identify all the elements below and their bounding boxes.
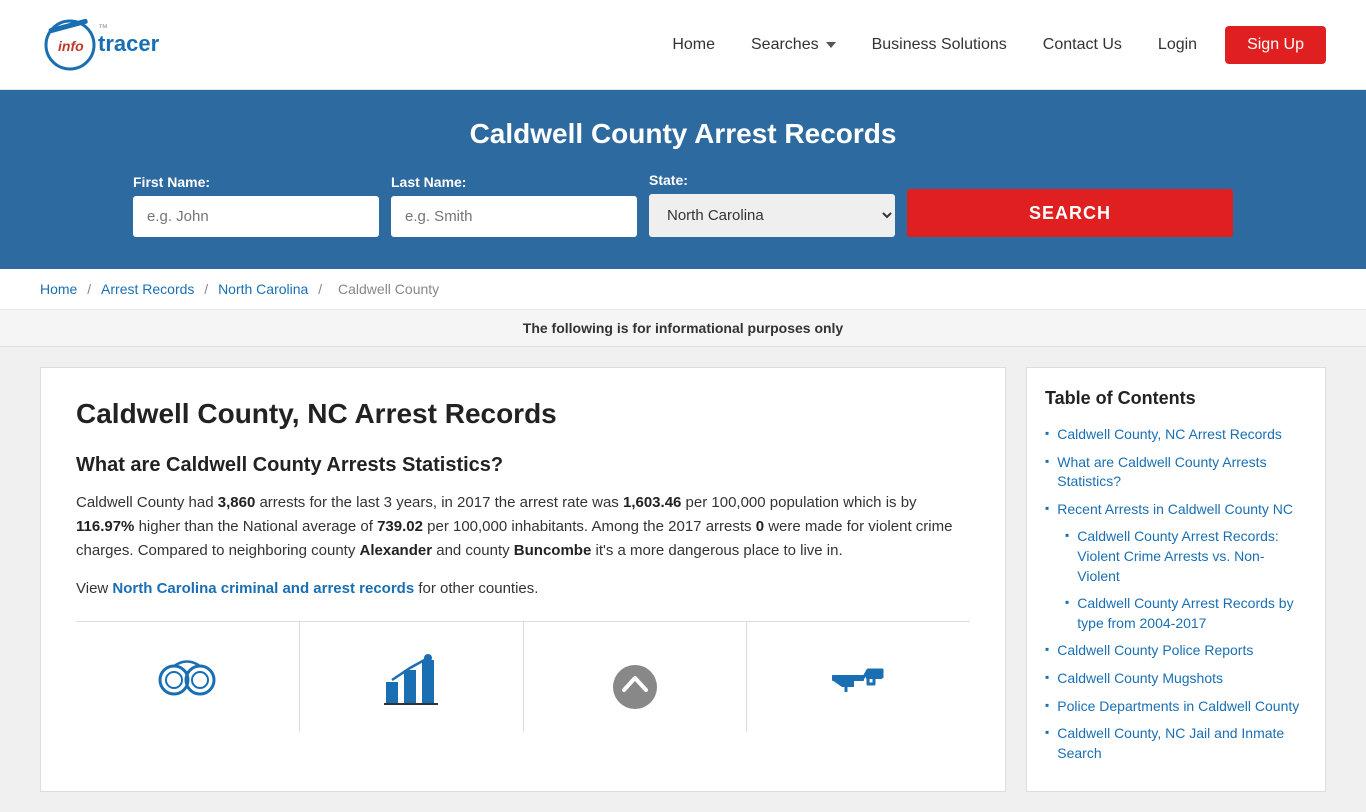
breadcrumb-home[interactable]: Home (40, 281, 77, 297)
breadcrumb-state[interactable]: North Carolina (218, 281, 308, 297)
info-notice: The following is for informational purpo… (0, 310, 1366, 347)
scroll-up-icon (600, 642, 670, 712)
icon-cell-stats (300, 622, 524, 732)
nav-signup[interactable]: Sign Up (1225, 26, 1326, 64)
toc-link-2[interactable]: Recent Arrests in Caldwell County NC (1057, 500, 1293, 520)
stats-text-4: higher than the National average of (139, 518, 373, 535)
national-avg: 739.02 (377, 518, 423, 535)
toc-link-1[interactable]: What are Caldwell County Arrests Statist… (1057, 453, 1307, 492)
arrest-rate: 1,603.46 (623, 494, 681, 511)
last-name-group: Last Name: (391, 174, 637, 237)
toc-link-7[interactable]: Police Departments in Caldwell County (1057, 697, 1299, 717)
main-content: Caldwell County, NC Arrest Records What … (0, 347, 1366, 812)
breadcrumb-sep-3: / (318, 281, 326, 297)
svg-text:info: info (58, 38, 84, 54)
navbar: info tracer ™ Home Searches Business Sol… (0, 0, 1366, 90)
breadcrumb-sep-1: / (87, 281, 95, 297)
state-select[interactable]: North Carolina Alabama Alaska Arizona Ca… (649, 194, 895, 237)
last-name-label: Last Name: (391, 174, 637, 190)
stats-text-5: per 100,000 inhabitants. Among the 2017 … (427, 518, 751, 535)
icon-cell-scroll (524, 622, 748, 732)
toc-heading: Table of Contents (1045, 388, 1307, 409)
toc-link-5[interactable]: Caldwell County Police Reports (1057, 641, 1253, 661)
hero-title: Caldwell County Arrest Records (40, 118, 1326, 150)
svg-text:tracer: tracer (98, 31, 160, 56)
first-name-group: First Name: (133, 174, 379, 237)
stats-paragraph: Caldwell County had 3,860 arrests for th… (76, 491, 970, 563)
stats-text-7: and county (436, 542, 509, 559)
handcuffs-icon (152, 642, 222, 712)
article: Caldwell County, NC Arrest Records What … (40, 367, 1006, 792)
stats-text-8: it's a more dangerous place to live in. (595, 542, 842, 559)
toc-item-5: Caldwell County Police Reports (1045, 641, 1307, 661)
breadcrumb-arrest-records[interactable]: Arrest Records (101, 281, 194, 297)
stats-heading: What are Caldwell County Arrests Statist… (76, 454, 970, 477)
toc-link-3[interactable]: Caldwell County Arrest Records: Violent … (1077, 527, 1307, 586)
toc-link-4[interactable]: Caldwell County Arrest Records by type f… (1077, 594, 1307, 633)
toc-link-6[interactable]: Caldwell County Mugshots (1057, 669, 1223, 689)
nav-home[interactable]: Home (664, 31, 723, 59)
article-title: Caldwell County, NC Arrest Records (76, 398, 970, 430)
breadcrumb-sep-2: / (204, 281, 212, 297)
higher-pct: 116.97% (76, 518, 134, 535)
last-name-input[interactable] (391, 196, 637, 237)
stats-text-2: arrests for the last 3 years, in 2017 th… (259, 494, 618, 511)
hero-section: Caldwell County Arrest Records First Nam… (0, 90, 1366, 269)
search-form: First Name: Last Name: State: North Caro… (133, 172, 1233, 237)
county1: Alexander (360, 542, 433, 559)
toc-sublist: Caldwell County Arrest Records: Violent … (1065, 527, 1307, 633)
violent-count: 0 (756, 518, 764, 535)
nav-searches[interactable]: Searches (743, 31, 844, 59)
gun-icon (824, 642, 894, 712)
view-paragraph: View North Carolina criminal and arrest … (76, 577, 970, 601)
first-name-input[interactable] (133, 196, 379, 237)
toc-item-7: Police Departments in Caldwell County (1045, 697, 1307, 717)
toc-link-0[interactable]: Caldwell County, NC Arrest Records (1057, 425, 1282, 445)
toc-item-3: Caldwell County Arrest Records: Violent … (1065, 527, 1307, 586)
county2: Buncombe (514, 542, 592, 559)
toc-item-8: Caldwell County, NC Jail and Inmate Sear… (1045, 724, 1307, 763)
nc-records-link[interactable]: North Carolina criminal and arrest recor… (112, 580, 418, 597)
nav-links: Home Searches Business Solutions Contact… (664, 26, 1326, 64)
search-button[interactable]: SEARCH (907, 189, 1233, 237)
toc-item-0: Caldwell County, NC Arrest Records (1045, 425, 1307, 445)
toc-item-2: Recent Arrests in Caldwell County NC (1045, 500, 1307, 520)
toc-item-1: What are Caldwell County Arrests Statist… (1045, 453, 1307, 492)
view-text-prefix: View (76, 580, 108, 597)
icon-cell-gun (747, 622, 970, 732)
icon-cell-arrests (76, 622, 300, 732)
toc-item-4: Caldwell County Arrest Records by type f… (1065, 594, 1307, 633)
stats-text-1: Caldwell County had (76, 494, 214, 511)
nav-login[interactable]: Login (1150, 31, 1205, 59)
toc-link-8[interactable]: Caldwell County, NC Jail and Inmate Sear… (1057, 724, 1307, 763)
bar-chart-icon (376, 642, 446, 712)
breadcrumb-county: Caldwell County (338, 281, 439, 297)
icon-row (76, 621, 970, 732)
state-label: State: (649, 172, 895, 188)
first-name-label: First Name: (133, 174, 379, 190)
nav-contact[interactable]: Contact Us (1035, 31, 1130, 59)
toc-list: Caldwell County, NC Arrest Records What … (1045, 425, 1307, 763)
searches-chevron-icon (826, 42, 836, 48)
sidebar-toc: Table of Contents Caldwell County, NC Ar… (1026, 367, 1326, 792)
nav-business[interactable]: Business Solutions (864, 31, 1015, 59)
logo[interactable]: info tracer ™ (40, 13, 220, 77)
stats-text-3: per 100,000 population which is by (686, 494, 917, 511)
svg-text:™: ™ (98, 23, 108, 34)
arrests-count: 3,860 (218, 494, 256, 511)
state-group: State: North Carolina Alabama Alaska Ari… (649, 172, 895, 237)
toc-item-6: Caldwell County Mugshots (1045, 669, 1307, 689)
breadcrumb: Home / Arrest Records / North Carolina /… (0, 269, 1366, 310)
view-text-suffix: for other counties. (418, 580, 538, 597)
